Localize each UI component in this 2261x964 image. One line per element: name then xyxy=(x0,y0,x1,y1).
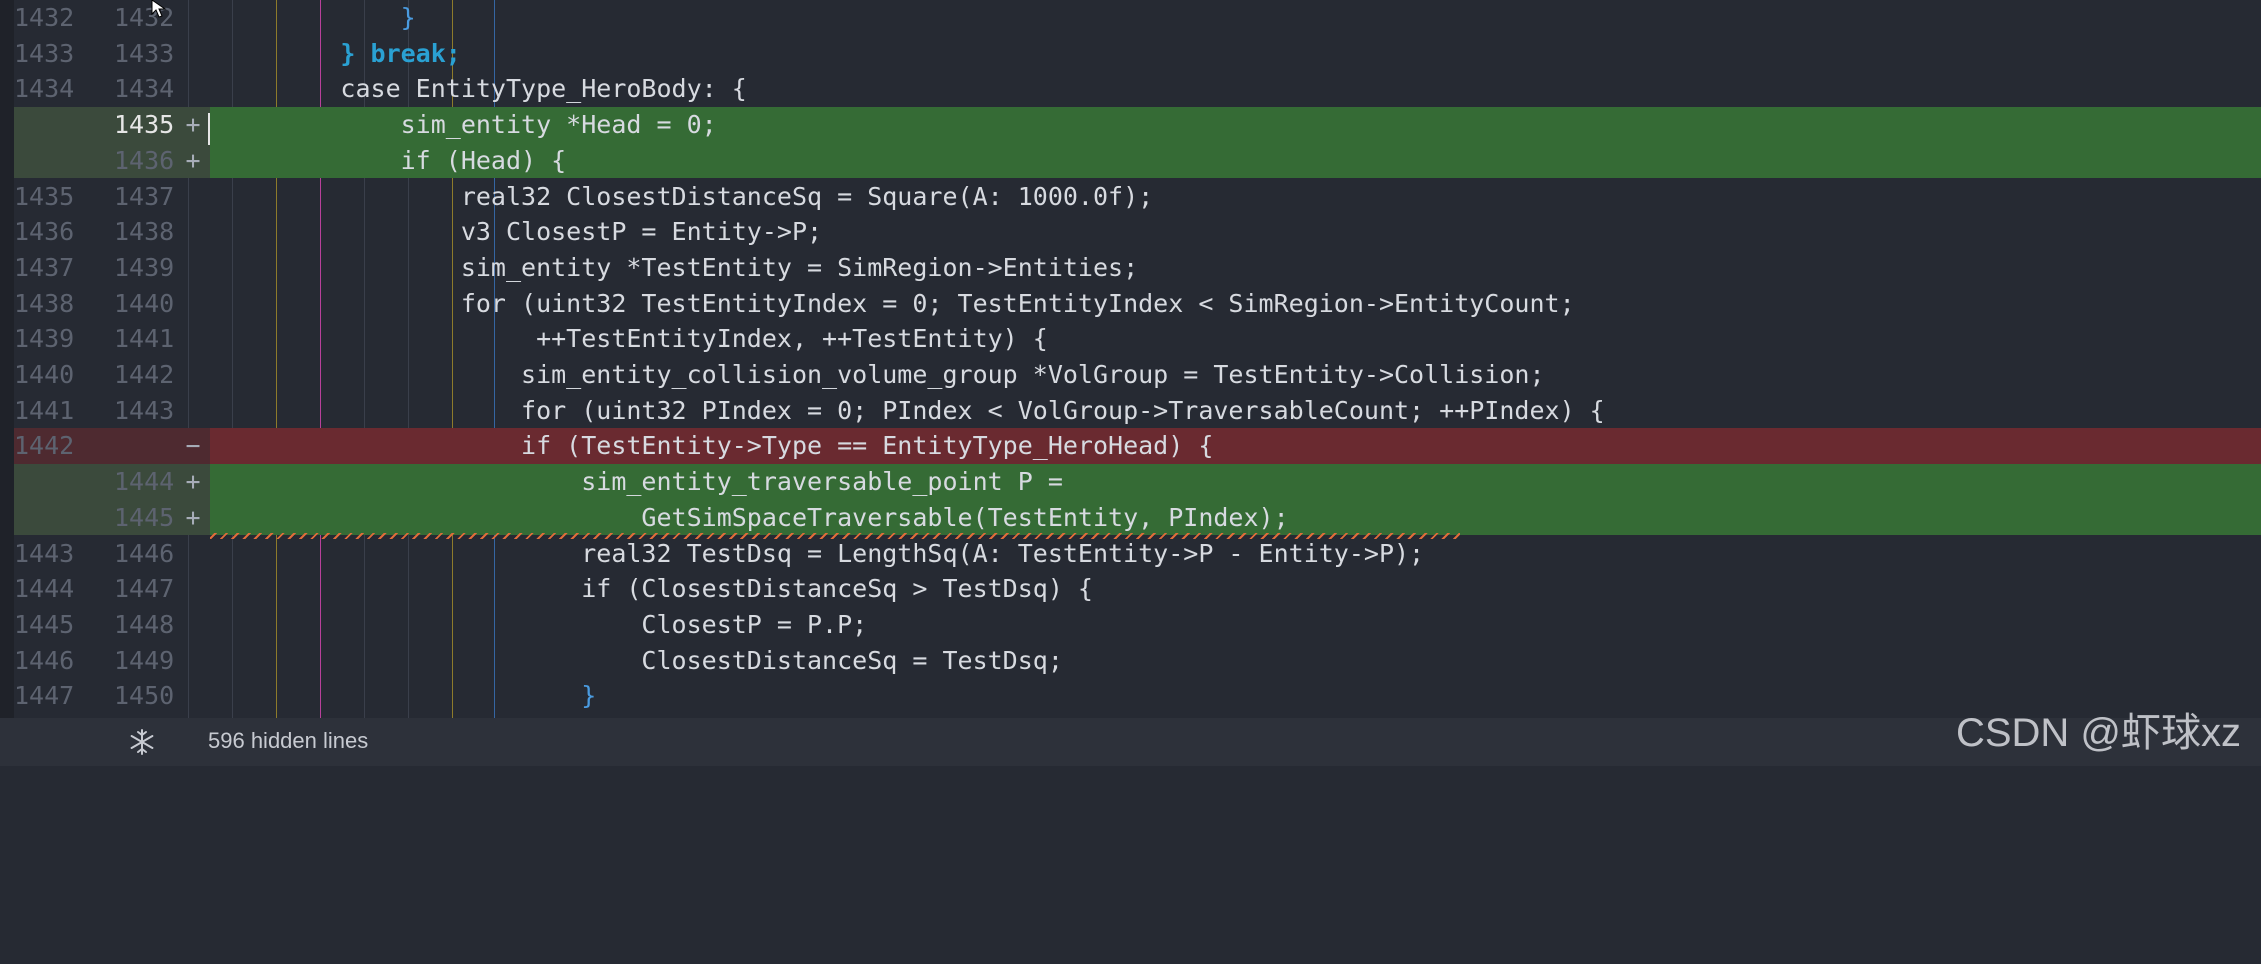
code-text[interactable]: } xyxy=(220,0,416,36)
new-line-number: 1434 xyxy=(114,74,175,104)
new-line-number: 1445 xyxy=(114,502,175,532)
new-line-number: 1450 xyxy=(114,681,175,711)
snowflake-icon[interactable] xyxy=(128,728,156,756)
code-text[interactable]: if (TestEntity->Type == EntityType_HeroH… xyxy=(220,428,1213,464)
diff-line[interactable]: 1437 1439 sim_entity *TestEntity = SimRe… xyxy=(14,250,2261,286)
code-text[interactable]: sim_entity_traversable_point P = xyxy=(220,464,1063,500)
code-text[interactable]: sim_entity_collision_volume_group *VolGr… xyxy=(220,357,1545,393)
new-line-number: 1435 xyxy=(114,110,175,140)
code-text[interactable]: if (ClosestDistanceSq > TestDsq) { xyxy=(220,571,1093,607)
code-text[interactable]: real32 TestDsq = LengthSq(A: TestEntity-… xyxy=(220,536,1424,572)
hidden-lines-label[interactable]: 596 hidden lines xyxy=(208,728,368,754)
mouse-pointer-icon xyxy=(151,0,167,18)
diff-line[interactable]: 1443 1446 real32 TestDsq = LengthSq(A: T… xyxy=(14,536,2261,572)
code-text[interactable]: real32 ClosestDistanceSq = Square(A: 100… xyxy=(220,179,1153,215)
diff-line-added[interactable]: 1444 + sim_entity_traversable_point P = xyxy=(14,464,2261,500)
new-line-number: 1438 xyxy=(114,217,175,247)
new-line-number: 1447 xyxy=(114,574,175,604)
diff-line-added[interactable]: 1436 + if (Head) { xyxy=(14,142,2261,179)
new-line-number: 1437 xyxy=(114,181,175,211)
diff-line-added[interactable]: 1445 + GetSimSpaceTraversable(TestEntity… xyxy=(14,499,2261,536)
diff-marker: − xyxy=(185,431,201,461)
diff-line[interactable]: 1439 1441 ++TestEntityIndex, ++TestEntit… xyxy=(14,321,2261,357)
diff-marker: + xyxy=(185,110,201,140)
diff-line[interactable]: 1446 1449 ClosestDistanceSq = TestDsq; xyxy=(14,643,2261,679)
new-line-number: 1439 xyxy=(114,252,175,282)
error-squiggle xyxy=(210,533,1460,539)
old-line-number: 1445 xyxy=(14,609,75,639)
new-line-number: 1442 xyxy=(114,360,175,389)
diff-marker: + xyxy=(185,145,201,175)
code-text[interactable]: v3 ClosestP = Entity->P; xyxy=(220,214,822,250)
diff-line[interactable]: 1433 1433 } break; xyxy=(14,36,2261,72)
old-line-number: 1442 xyxy=(14,431,75,461)
code-text[interactable]: sim_entity *Head = 0; xyxy=(220,107,717,143)
old-line-number: 1440 xyxy=(14,360,75,389)
old-line-number: 1446 xyxy=(14,645,75,675)
diff-line[interactable]: 1432 1432 } xyxy=(14,0,2261,36)
old-line-number: 1434 xyxy=(14,74,75,104)
code-text[interactable]: for (uint32 TestEntityIndex = 0; TestEnt… xyxy=(220,286,1575,322)
diff-line[interactable]: 1447 1450 } xyxy=(14,678,2261,714)
new-line-number: 1443 xyxy=(114,395,175,425)
diff-marker: + xyxy=(185,467,201,497)
code-text[interactable]: ClosestDistanceSq = TestDsq; xyxy=(220,643,1062,679)
new-line-number: 1436 xyxy=(114,145,175,175)
old-line-number: 1439 xyxy=(14,324,75,354)
old-line-number: 1436 xyxy=(14,217,75,247)
code-area xyxy=(210,36,2261,72)
code-text[interactable]: case EntityType_HeroBody: { xyxy=(220,71,746,107)
watermark: CSDN @虾球xz xyxy=(1955,711,2241,755)
new-line-number: 1433 xyxy=(114,38,175,68)
new-line-number: 1446 xyxy=(114,538,175,568)
code-text[interactable]: } break; xyxy=(220,36,460,72)
diff-line[interactable]: 1440 1442 sim_entity_collision_volume_gr… xyxy=(14,357,2261,393)
new-line-number: 1440 xyxy=(114,288,175,318)
new-line-number: 1444 xyxy=(114,467,175,497)
text-cursor xyxy=(208,113,210,145)
code-text[interactable]: } xyxy=(220,678,596,714)
old-line-number: 1443 xyxy=(14,538,75,568)
left-strip xyxy=(0,0,14,766)
new-line-number: 1448 xyxy=(114,609,175,639)
old-line-number: 1438 xyxy=(14,288,75,318)
diff-line[interactable]: 1445 1448 ClosestP = P.P; xyxy=(14,607,2261,643)
code-text[interactable]: ++TestEntityIndex, ++TestEntity) { xyxy=(220,321,1048,357)
old-line-number: 1444 xyxy=(14,574,75,604)
diff-line[interactable]: 1444 1447 if (ClosestDistanceSq > TestDs… xyxy=(14,571,2261,607)
diff-marker: + xyxy=(185,502,201,532)
diff-line-removed[interactable]: 1442 − if (TestEntity->Type == EntityTyp… xyxy=(14,428,2261,465)
code-text[interactable]: GetSimSpaceTraversable(TestEntity, PInde… xyxy=(220,500,1288,536)
code-area xyxy=(210,0,2261,36)
old-line-number: 1437 xyxy=(14,252,75,282)
diff-line-added[interactable]: 1435 + sim_entity *Head = 0; xyxy=(14,107,2261,143)
diff-editor[interactable]: 1432 1432 } 1433 1433 } break; 1434 1434… xyxy=(0,0,2261,766)
old-line-number: 1433 xyxy=(14,38,75,68)
code-text[interactable]: sim_entity *TestEntity = SimRegion->Enti… xyxy=(220,250,1138,286)
new-line-number: 1441 xyxy=(114,324,175,354)
new-line-number: 1449 xyxy=(114,645,175,675)
old-line-number: 1441 xyxy=(14,395,75,425)
status-bar: 596 hidden lines xyxy=(0,718,2261,766)
old-line-number: 1447 xyxy=(14,681,75,711)
diff-line[interactable]: 1434 1434 case EntityType_HeroBody: { xyxy=(14,71,2261,107)
diff-line[interactable]: 1441 1443 for (uint32 PIndex = 0; PIndex… xyxy=(14,393,2261,429)
diff-line[interactable]: 1436 1438 v3 ClosestP = Entity->P; xyxy=(14,214,2261,250)
diff-line[interactable]: 1435 1437 real32 ClosestDistanceSq = Squ… xyxy=(14,179,2261,215)
diff-line[interactable]: 1438 1440 for (uint32 TestEntityIndex = … xyxy=(14,286,2261,322)
old-line-number: 1435 xyxy=(14,181,75,211)
old-line-number: 1432 xyxy=(14,3,75,32)
code-text[interactable]: for (uint32 PIndex = 0; PIndex < VolGrou… xyxy=(220,393,1605,429)
code-text[interactable]: ClosestP = P.P; xyxy=(220,607,867,643)
code-text[interactable]: if (Head) { xyxy=(220,143,567,179)
